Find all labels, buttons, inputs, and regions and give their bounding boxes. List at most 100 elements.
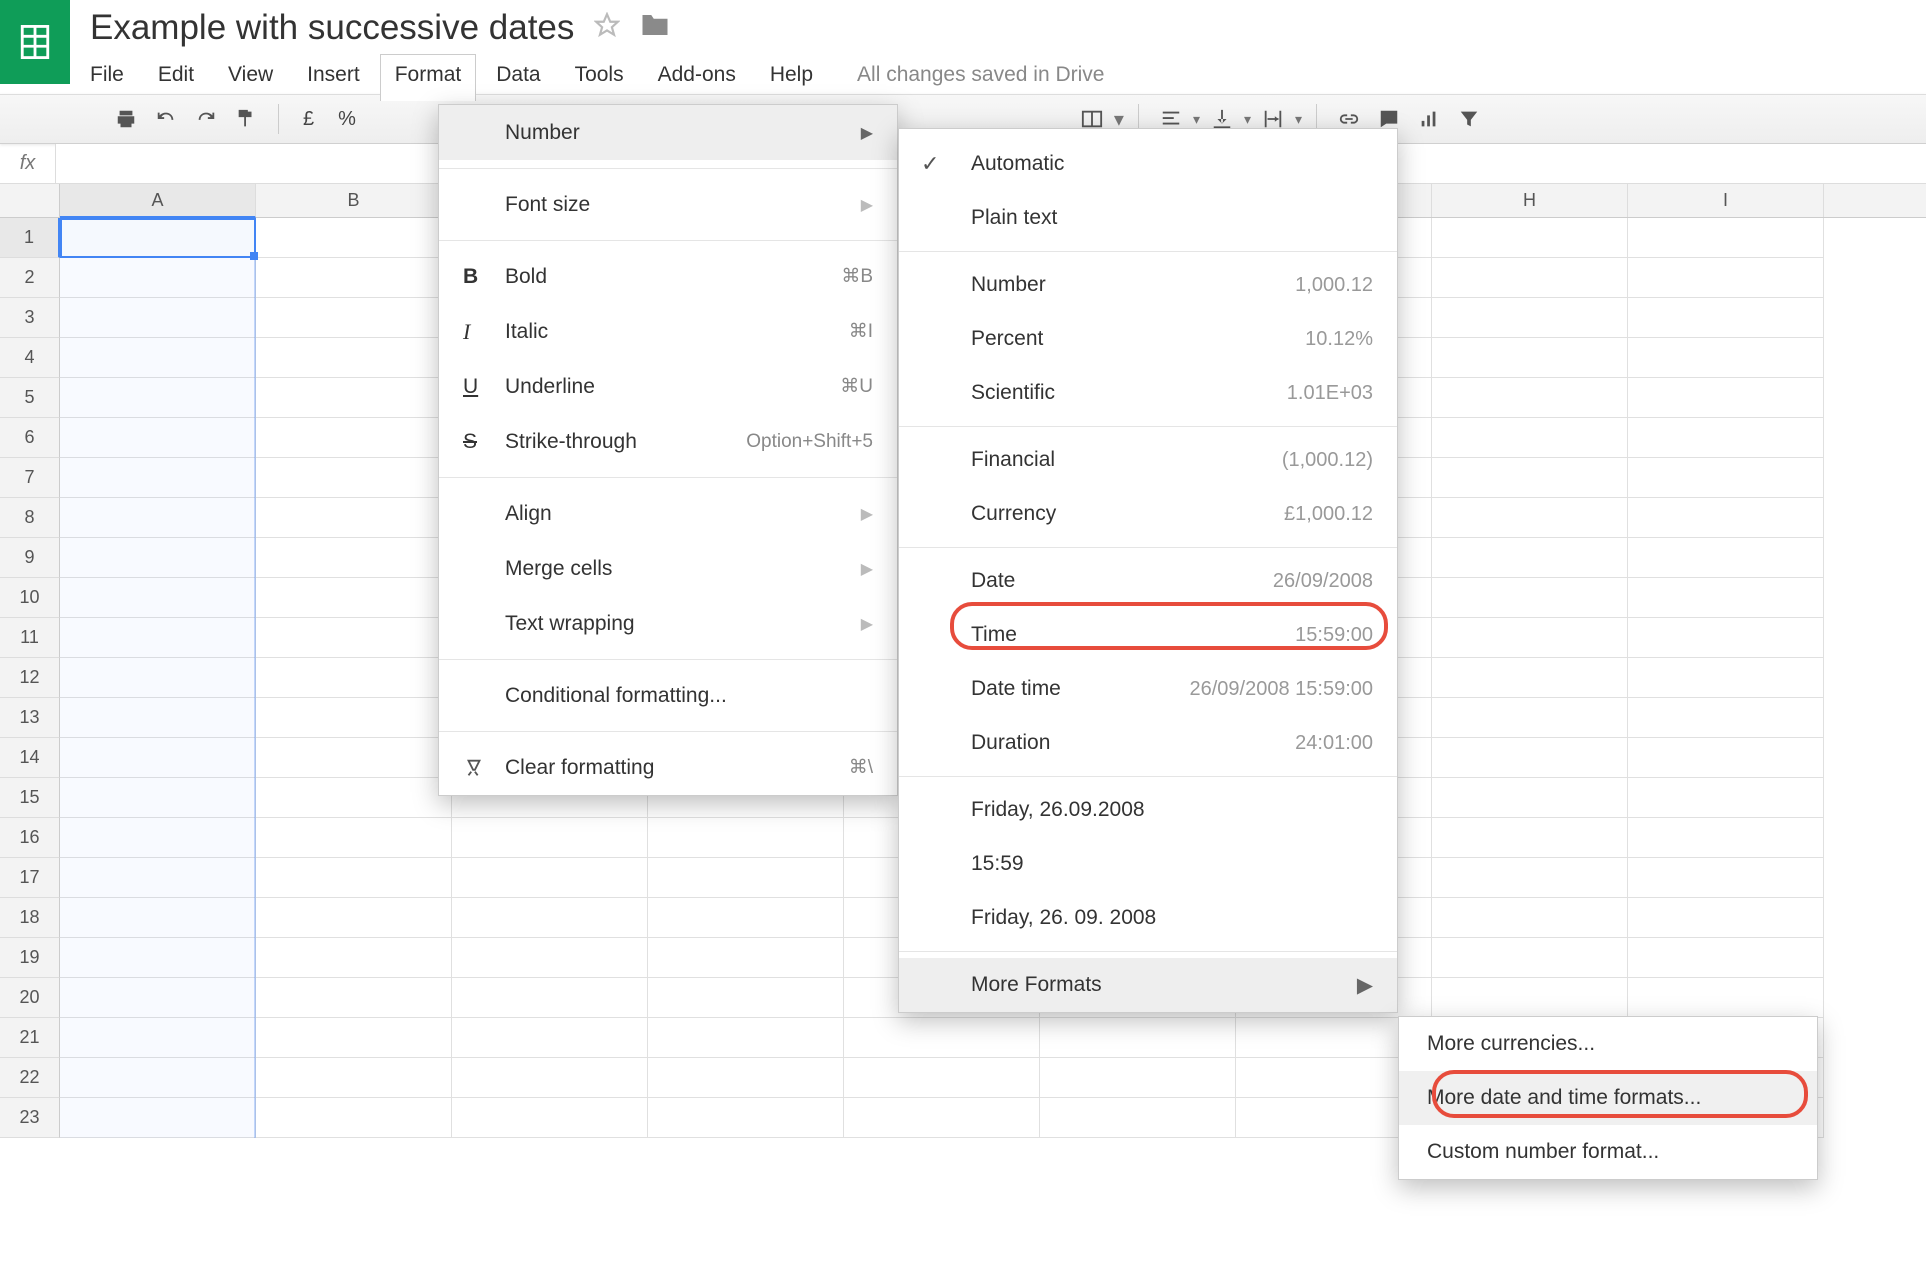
cell[interactable]: [452, 1018, 648, 1058]
format-number[interactable]: Number▶: [439, 105, 897, 160]
cell[interactable]: [60, 378, 256, 418]
percent-button[interactable]: %: [328, 108, 366, 131]
cell[interactable]: [452, 1058, 648, 1098]
cell[interactable]: [1432, 618, 1628, 658]
cell[interactable]: [1432, 938, 1628, 978]
numfmt-time[interactable]: Time15:59:00: [899, 608, 1397, 662]
cell[interactable]: [1628, 298, 1824, 338]
format-font-size[interactable]: Font size▶: [439, 177, 897, 232]
print-icon[interactable]: [108, 101, 144, 137]
row-header[interactable]: 9: [0, 538, 60, 578]
cell[interactable]: [60, 1018, 256, 1058]
cell[interactable]: [256, 378, 452, 418]
cell[interactable]: [256, 258, 452, 298]
cell[interactable]: [1628, 378, 1824, 418]
numfmt-datetime[interactable]: Date time26/09/2008 15:59:00: [899, 662, 1397, 716]
col-header-H[interactable]: H: [1432, 184, 1628, 217]
cell[interactable]: [256, 218, 452, 258]
col-header-B[interactable]: B: [256, 184, 452, 217]
cell[interactable]: [60, 738, 256, 778]
menu-file[interactable]: File: [90, 63, 124, 87]
row-header[interactable]: 10: [0, 578, 60, 618]
format-clear[interactable]: Clear formatting⌘\: [439, 740, 897, 795]
cell[interactable]: [256, 458, 452, 498]
filter-icon[interactable]: [1451, 101, 1487, 137]
cell[interactable]: [60, 298, 256, 338]
cell[interactable]: [60, 498, 256, 538]
row-header[interactable]: 14: [0, 738, 60, 778]
cell[interactable]: [1432, 258, 1628, 298]
format-underline[interactable]: UUnderline⌘U: [439, 359, 897, 414]
cell[interactable]: [60, 338, 256, 378]
more-date-time-formats[interactable]: More date and time formats...: [1399, 1071, 1817, 1125]
cell[interactable]: [1040, 1098, 1236, 1138]
cell[interactable]: [1628, 258, 1824, 298]
cell[interactable]: [452, 1098, 648, 1138]
row-header[interactable]: 19: [0, 938, 60, 978]
cell[interactable]: [256, 578, 452, 618]
cell[interactable]: [256, 738, 452, 778]
row-header[interactable]: 22: [0, 1058, 60, 1098]
paint-format-icon[interactable]: [228, 101, 264, 137]
cell[interactable]: [1432, 458, 1628, 498]
cell[interactable]: [256, 618, 452, 658]
cell[interactable]: [256, 298, 452, 338]
cell[interactable]: [1628, 818, 1824, 858]
cell[interactable]: [452, 978, 648, 1018]
numfmt-currency[interactable]: Currency£1,000.12: [899, 487, 1397, 541]
cell[interactable]: [648, 938, 844, 978]
col-header-I[interactable]: I: [1628, 184, 1824, 217]
cell[interactable]: [60, 538, 256, 578]
menu-format[interactable]: Format: [380, 54, 477, 101]
redo-icon[interactable]: [188, 101, 224, 137]
cell[interactable]: [256, 658, 452, 698]
row-header[interactable]: 2: [0, 258, 60, 298]
cell[interactable]: [1628, 978, 1824, 1018]
cell[interactable]: [60, 698, 256, 738]
numfmt-duration[interactable]: Duration24:01:00: [899, 716, 1397, 770]
cell[interactable]: [60, 218, 256, 258]
cell[interactable]: [1432, 578, 1628, 618]
cell[interactable]: [1432, 658, 1628, 698]
row-header[interactable]: 21: [0, 1018, 60, 1058]
cell[interactable]: [1628, 458, 1824, 498]
menu-insert[interactable]: Insert: [307, 63, 360, 87]
cell[interactable]: [60, 618, 256, 658]
numfmt-more-formats[interactable]: More Formats▶: [899, 958, 1397, 1012]
cell[interactable]: [256, 1018, 452, 1058]
cell[interactable]: [1432, 898, 1628, 938]
numfmt-number[interactable]: Number1,000.12: [899, 258, 1397, 312]
cell[interactable]: [1432, 338, 1628, 378]
cell[interactable]: [60, 978, 256, 1018]
row-header[interactable]: 3: [0, 298, 60, 338]
cell[interactable]: [452, 938, 648, 978]
cell[interactable]: [648, 858, 844, 898]
cell[interactable]: [1628, 338, 1824, 378]
cell[interactable]: [1628, 418, 1824, 458]
row-header[interactable]: 17: [0, 858, 60, 898]
numfmt-financial[interactable]: Financial(1,000.12): [899, 433, 1397, 487]
cell[interactable]: [648, 818, 844, 858]
cell[interactable]: [1432, 698, 1628, 738]
cell[interactable]: [1432, 818, 1628, 858]
format-strike[interactable]: SStrike-throughOption+Shift+5: [439, 414, 897, 469]
cell[interactable]: [256, 818, 452, 858]
cell[interactable]: [60, 418, 256, 458]
cell[interactable]: [256, 778, 452, 818]
cell[interactable]: [1628, 498, 1824, 538]
cell[interactable]: [648, 898, 844, 938]
more-currencies[interactable]: More currencies...: [1399, 1017, 1817, 1071]
row-header[interactable]: 13: [0, 698, 60, 738]
cell[interactable]: [648, 1018, 844, 1058]
cell[interactable]: [1628, 858, 1824, 898]
folder-icon[interactable]: [640, 12, 670, 44]
cell[interactable]: [256, 858, 452, 898]
cell[interactable]: [60, 938, 256, 978]
cell[interactable]: [1628, 618, 1824, 658]
numfmt-date[interactable]: Date26/09/2008: [899, 554, 1397, 608]
sheets-logo[interactable]: [0, 0, 70, 84]
cell[interactable]: [256, 498, 452, 538]
select-all-corner[interactable]: [0, 184, 60, 217]
cell[interactable]: [1040, 1058, 1236, 1098]
cell[interactable]: [1628, 738, 1824, 778]
